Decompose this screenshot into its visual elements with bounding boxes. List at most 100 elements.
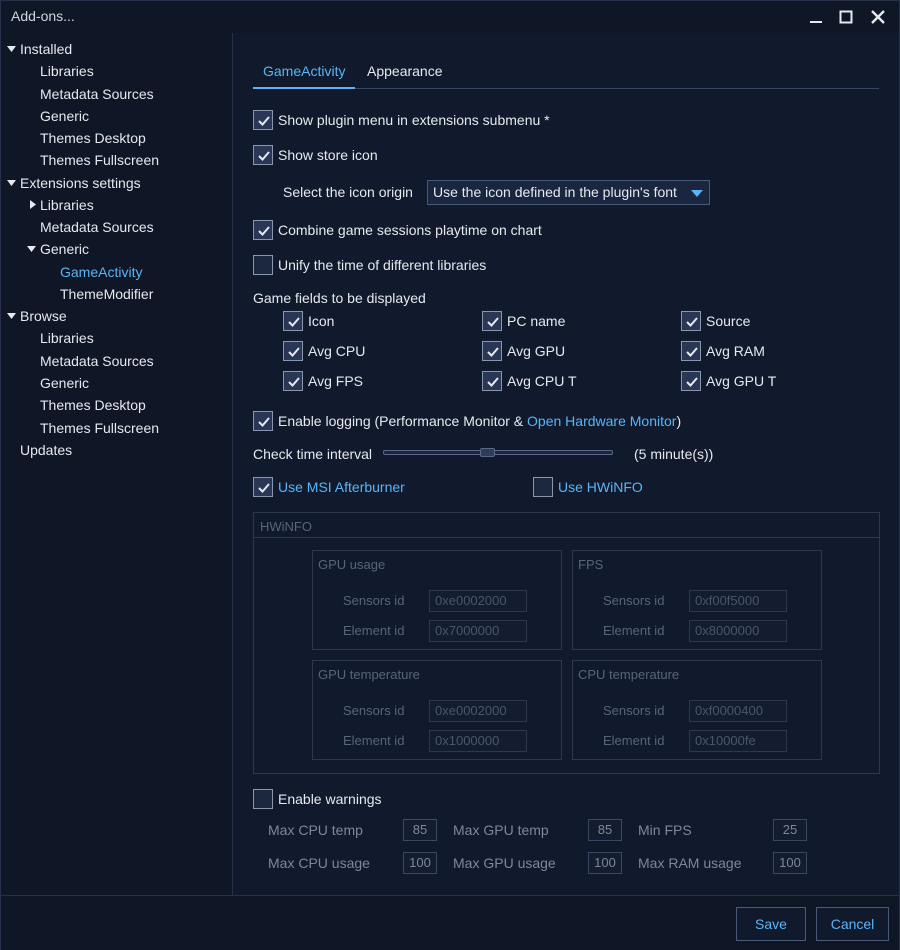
max-cpu-temp-input[interactable]: 85: [403, 819, 437, 841]
show-store-icon-checkbox[interactable]: [253, 145, 273, 165]
tree-item-label: Libraries: [40, 63, 94, 79]
tree-item-extensions-settings[interactable]: Extensions settings: [7, 172, 141, 194]
checkmark-icon: [686, 317, 698, 327]
tree-item-label: GameActivity: [60, 264, 143, 280]
hwinfo-groupbox: HWiNFO GPU usage Sensors id 0xe0002000 E…: [253, 512, 880, 774]
field-avg-cpu-label: Avg CPU: [308, 343, 366, 359]
cpu-temperature-element-input[interactable]: 0x10000fe: [689, 730, 787, 752]
tree-item-thememodifier[interactable]: ThemeModifier: [60, 283, 153, 305]
gpu-temperature-element-input[interactable]: 0x1000000: [429, 730, 527, 752]
tab-gameactivity[interactable]: GameActivity: [253, 55, 356, 89]
field-avg-ram-checkbox[interactable]: [681, 341, 701, 361]
show-store-icon-label: Show store icon: [278, 147, 378, 163]
field-avg-cpu-t-checkbox[interactable]: [482, 371, 502, 391]
maximize-button[interactable]: [831, 5, 861, 29]
sensors-id-label: Sensors id: [603, 703, 665, 718]
tree-item-label: Generic: [40, 241, 90, 257]
tree-item-ext-libraries[interactable]: Libraries: [30, 194, 94, 216]
unify-time-checkbox[interactable]: [253, 255, 273, 275]
check-interval-slider[interactable]: [383, 450, 613, 455]
save-button[interactable]: Save: [736, 907, 806, 941]
use-msi-afterburner-checkbox[interactable]: [253, 477, 273, 497]
field-icon-checkbox[interactable]: [283, 311, 303, 331]
gpu-temperature-sensors-input[interactable]: 0xe0002000: [429, 700, 527, 722]
cpu-temperature-sensors-input[interactable]: 0xf0000400: [689, 700, 787, 722]
tree-item-label: Themes Desktop: [40, 130, 146, 146]
close-button[interactable]: [863, 5, 893, 29]
slider-thumb[interactable]: [479, 448, 495, 457]
settings-panel: GameActivity Appearance Show plugin menu…: [233, 33, 899, 895]
field-avg-fps-checkbox[interactable]: [283, 371, 303, 391]
element-id-label: Element id: [603, 623, 665, 638]
gpu-temperature-group: GPU temperature Sensors id 0xe0002000 El…: [312, 660, 562, 760]
gpu-usage-element-input[interactable]: 0x7000000: [429, 620, 527, 642]
tree-item-installed[interactable]: Installed: [7, 38, 72, 60]
field-source-label: Source: [706, 313, 751, 329]
icon-origin-select[interactable]: Use the icon defined in the plugin's fon…: [427, 180, 710, 205]
minimize-button[interactable]: [801, 5, 831, 29]
tree-item-browse-themes-desktop[interactable]: Themes Desktop: [40, 394, 146, 416]
enable-logging-checkbox[interactable]: [253, 411, 273, 431]
expanded-arrow-icon[interactable]: [7, 305, 17, 327]
fps-element-input[interactable]: 0x8000000: [689, 620, 787, 642]
use-msi-afterburner-label[interactable]: Use MSI Afterburner: [278, 477, 405, 497]
game-fields-heading: Game fields to be displayed: [253, 290, 426, 306]
max-cpu-usage-label: Max CPU usage: [268, 855, 370, 871]
max-gpu-temp-input[interactable]: 85: [588, 819, 622, 841]
field-pc-name-checkbox[interactable]: [482, 311, 502, 331]
tree-item-label: Metadata Sources: [40, 86, 154, 102]
max-ram-usage-input[interactable]: 100: [773, 852, 807, 874]
tab-strip: GameActivity Appearance: [253, 55, 879, 89]
checkmark-icon: [288, 377, 300, 387]
check-interval-label: Check time interval: [253, 446, 373, 462]
tree-item-browse-libraries[interactable]: Libraries: [40, 327, 94, 349]
collapsed-arrow-icon[interactable]: [30, 194, 40, 216]
tree-item-gameactivity[interactable]: GameActivity: [60, 261, 142, 283]
tree-item-installed-libraries[interactable]: Libraries: [40, 60, 94, 82]
enable-logging-label: Enable logging (Performance Monitor & Op…: [278, 411, 681, 431]
expanded-arrow-icon[interactable]: [27, 238, 37, 260]
max-gpu-usage-input[interactable]: 100: [588, 852, 622, 874]
tree-item-installed-themes-desktop[interactable]: Themes Desktop: [40, 127, 146, 149]
field-avg-gpu-checkbox[interactable]: [482, 341, 502, 361]
dropdown-arrow-icon: [691, 190, 703, 197]
icon-origin-label: Select the icon origin: [283, 184, 413, 200]
tab-appearance[interactable]: Appearance: [357, 55, 453, 89]
element-id-label: Element id: [343, 623, 405, 638]
title-bar: Add-ons...: [1, 1, 899, 33]
use-hwinfo-label[interactable]: Use HWiNFO: [558, 477, 643, 497]
expanded-arrow-icon[interactable]: [7, 172, 17, 194]
checkmark-icon: [258, 226, 270, 236]
dialog-footer: Save Cancel: [1, 895, 899, 950]
tree-item-installed-themes-fullscreen[interactable]: Themes Fullscreen: [40, 149, 159, 171]
show-plugin-menu-checkbox[interactable]: [253, 110, 273, 130]
cancel-button[interactable]: Cancel: [816, 907, 889, 941]
field-avg-gpu-t-checkbox[interactable]: [681, 371, 701, 391]
tree-item-browse[interactable]: Browse: [7, 305, 67, 327]
field-source-checkbox[interactable]: [681, 311, 701, 331]
maximize-icon: [839, 10, 853, 24]
tree-item-installed-generic[interactable]: Generic: [40, 105, 89, 127]
tree-item-installed-metadata-sources[interactable]: Metadata Sources: [40, 83, 154, 105]
expanded-arrow-icon[interactable]: [7, 38, 17, 60]
max-cpu-usage-input[interactable]: 100: [403, 852, 437, 874]
tree-item-ext-generic[interactable]: Generic: [27, 238, 90, 260]
open-hardware-monitor-link[interactable]: Open Hardware Monitor: [527, 413, 676, 429]
checkmark-icon: [487, 377, 499, 387]
fps-sensors-input[interactable]: 0xf00f5000: [689, 590, 787, 612]
gpu-usage-sensors-input[interactable]: 0xe0002000: [429, 590, 527, 612]
sensors-id-label: Sensors id: [343, 593, 405, 608]
tree-item-browse-themes-fullscreen[interactable]: Themes Fullscreen: [40, 417, 159, 439]
tree-item-updates[interactable]: Updates: [20, 439, 72, 461]
gpu-temperature-title: GPU temperature: [318, 667, 420, 682]
enable-warnings-checkbox[interactable]: [253, 789, 273, 809]
use-hwinfo-checkbox[interactable]: [533, 477, 553, 497]
tree-item-browse-metadata-sources[interactable]: Metadata Sources: [40, 350, 154, 372]
field-avg-gpu-label: Avg GPU: [507, 343, 566, 359]
field-avg-cpu-checkbox[interactable]: [283, 341, 303, 361]
checkmark-icon: [487, 347, 499, 357]
tree-item-browse-generic[interactable]: Generic: [40, 372, 89, 394]
combine-sessions-checkbox[interactable]: [253, 220, 273, 240]
tree-item-ext-metadata-sources[interactable]: Metadata Sources: [40, 216, 154, 238]
min-fps-input[interactable]: 25: [773, 819, 807, 841]
